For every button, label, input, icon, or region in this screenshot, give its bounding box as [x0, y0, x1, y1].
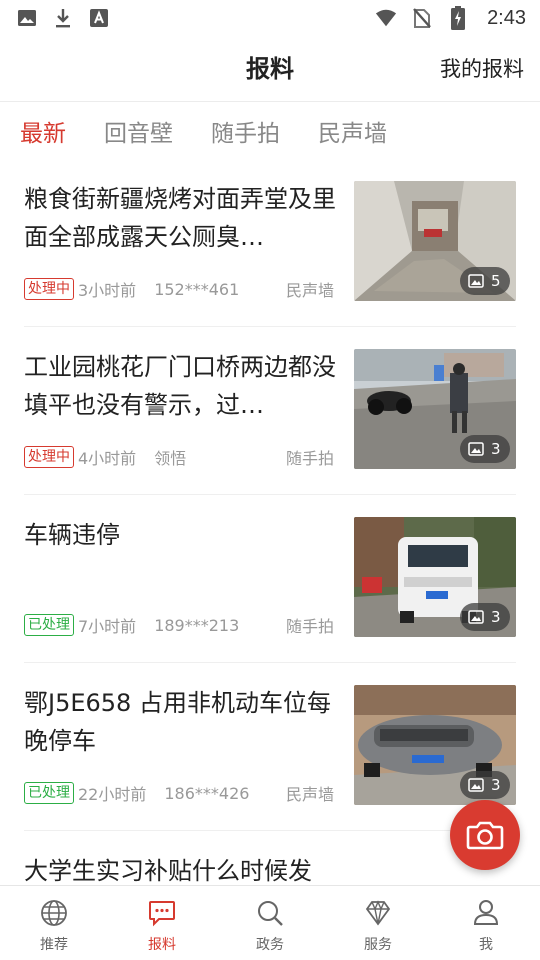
status-badge: 已处理	[24, 782, 74, 804]
report-user: 189***213	[154, 615, 240, 635]
report-meta: 处理中 3小时前 152***461 民声墙	[24, 277, 334, 301]
app-header: 报料 我的报料	[0, 36, 540, 102]
gallery-icon	[468, 274, 484, 288]
report-feed: 粮食街新疆烧烤对面弄堂及里面全部成露天公厕臭… 处理中 3小时前 152***4…	[0, 159, 540, 885]
report-user: 186***426	[164, 783, 250, 803]
report-meta: 已处理 7小时前 189***213 随手拍	[24, 613, 334, 637]
chat-icon	[149, 901, 175, 927]
report-item[interactable]: 粮食街新疆烧烤对面弄堂及里面全部成露天公厕臭… 处理中 3小时前 152***4…	[24, 159, 516, 327]
nav-label: 推荐	[40, 937, 68, 953]
status-badge: 处理中	[24, 446, 74, 468]
nav-label: 报料	[148, 937, 176, 953]
photo-count-badge: 3	[460, 435, 510, 463]
report-time: 4小时前	[78, 449, 137, 468]
nav-service[interactable]: 服务	[324, 886, 432, 960]
report-user: 领悟	[154, 449, 187, 468]
report-item[interactable]: 大学生实习补贴什么时候发	[24, 831, 516, 885]
photo-count: 5	[491, 272, 501, 290]
report-time: 7小时前	[78, 617, 137, 636]
no-sim-icon	[411, 7, 433, 29]
user-icon	[473, 900, 499, 925]
status-bar: 2:43	[0, 0, 540, 36]
nav-government[interactable]: 政务	[216, 886, 324, 960]
category-tabs: 最新 回音壁 随手拍 民声墙	[0, 103, 540, 159]
gallery-icon	[468, 610, 484, 624]
nav-recommend[interactable]: 推荐	[0, 886, 108, 960]
report-thumbnail[interactable]: 3	[354, 685, 516, 805]
status-badge: 已处理	[24, 614, 74, 636]
report-item[interactable]: 车辆违停 已处理 7小时前 189***213 随手拍 3	[24, 495, 516, 663]
report-meta: 处理中 4小时前 领悟 随手拍	[24, 445, 334, 469]
wifi-icon	[375, 7, 397, 29]
search-icon	[258, 901, 283, 926]
status-time: 2:43	[487, 6, 526, 29]
report-title: 鄂J5E658 占用非机动车位每晚停车	[24, 689, 331, 755]
report-category: 随手拍	[285, 449, 334, 468]
report-thumbnail[interactable]: 3	[354, 349, 516, 469]
nav-label: 政务	[256, 937, 284, 953]
download-icon	[52, 7, 74, 29]
report-title: 车辆违停	[24, 521, 120, 549]
battery-charging-icon	[447, 6, 469, 30]
report-thumbnail[interactable]: 3	[354, 517, 516, 637]
gallery-icon	[468, 778, 484, 792]
photo-count: 3	[491, 440, 501, 458]
gallery-icon	[468, 442, 484, 456]
report-time: 22小时前	[78, 785, 147, 804]
tab-snapshot[interactable]: 随手拍	[211, 114, 280, 148]
camera-fab-button[interactable]	[450, 800, 520, 870]
photo-count: 3	[491, 776, 501, 794]
photo-count: 3	[491, 608, 501, 626]
report-item[interactable]: 工业园桃花厂门口桥两边都没填平也没有警示，过… 处理中 4小时前 领悟 随手拍	[24, 327, 516, 495]
report-thumbnail[interactable]: 5	[354, 181, 516, 301]
status-badge: 处理中	[24, 278, 74, 300]
font-icon	[88, 7, 110, 29]
photo-count-badge: 3	[460, 603, 510, 631]
my-reports-link[interactable]: 我的报料	[440, 36, 524, 102]
tab-echo-wall[interactable]: 回音壁	[104, 114, 173, 148]
report-time: 3小时前	[78, 281, 137, 300]
photo-count-badge: 5	[460, 267, 510, 295]
report-meta: 已处理 22小时前 186***426 民声墙	[24, 781, 334, 805]
camera-icon	[466, 821, 504, 850]
bottom-navigation: 推荐 报料 政务 服务 我	[0, 885, 540, 960]
tab-latest[interactable]: 最新	[20, 114, 66, 148]
report-category: 民声墙	[285, 281, 334, 300]
photo-count-badge: 3	[460, 771, 510, 799]
diamond-icon	[365, 900, 391, 926]
globe-icon	[41, 900, 67, 926]
nav-label: 服务	[364, 937, 392, 953]
report-category: 随手拍	[285, 617, 334, 636]
report-category: 民声墙	[285, 785, 334, 804]
report-title: 大学生实习补贴什么时候发	[24, 857, 312, 885]
nav-report[interactable]: 报料	[108, 886, 216, 960]
nav-label: 我	[479, 937, 493, 953]
image-icon	[16, 7, 38, 29]
report-item[interactable]: 鄂J5E658 占用非机动车位每晚停车 已处理 22小时前 186***426 …	[24, 663, 516, 831]
nav-me[interactable]: 我	[432, 886, 540, 960]
report-user: 152***461	[154, 279, 240, 299]
report-title: 工业园桃花厂门口桥两边都没填平也没有警示，过…	[24, 353, 336, 419]
tab-public-voice[interactable]: 民声墙	[318, 114, 387, 148]
report-title: 粮食街新疆烧烤对面弄堂及里面全部成露天公厕臭…	[24, 185, 336, 251]
